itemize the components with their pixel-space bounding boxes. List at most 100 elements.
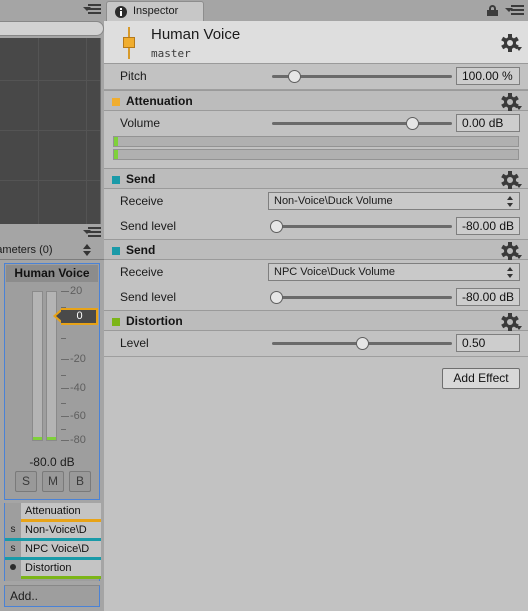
add-effect-row[interactable]: Add.. [4,585,100,607]
receive-row-2: Receive NPC Voice\Duck Volume [104,260,528,285]
level-label: Level [120,336,149,350]
list-item[interactable]: Distortion [5,560,101,579]
page-title: Human Voice [151,26,241,43]
solo-button[interactable]: S [15,471,37,492]
volume-label: Volume [120,116,161,130]
mixer-graph-view[interactable] [0,38,101,224]
scale-label-1: -20 [70,353,86,365]
volume-fader-handle[interactable]: 0 [53,308,98,325]
pitch-label: Pitch [120,69,147,83]
receive-row-1: Receive Non-Voice\Duck Volume [104,189,528,214]
lock-icon[interactable] [487,5,498,16]
object-subtitle: master [151,47,191,60]
strip-toggle-buttons: S M B [15,471,91,492]
section-header-send-1[interactable]: Send [104,168,528,189]
section-header-attenuation[interactable]: Attenuation [104,90,528,111]
add-effect-row: Add Effect [104,357,528,401]
mute-button[interactable]: M [42,471,64,492]
audio-mixer-group-icon [120,27,138,59]
exposed-parameters-label: d Parameters (0) [0,244,53,256]
scale-label-3: -60 [70,410,86,422]
exposed-parameters-row[interactable]: d Parameters (0) [0,240,104,260]
add-effect-button[interactable]: Add Effect [442,368,520,389]
inspector-menu-icon[interactable] [504,5,524,16]
section-color-swatch [112,176,120,184]
receive-dropdown-value: NPC Voice\Duck Volume [274,266,396,278]
pitch-value-field[interactable]: 100.00 % [456,67,520,85]
attenuation-vu-meter-right [113,149,519,160]
mixer-strip-human-voice[interactable]: Human Voice 20 -20 -40 -60 -80 0 -80.0 d… [4,263,100,500]
search-input[interactable] [0,21,104,36]
mixer-search-row [0,18,104,38]
effect-name: Non-Voice\D [21,522,101,538]
send-level-label: Send level [120,219,177,233]
divider [0,259,104,260]
effect-send-marker: s [10,543,16,554]
distortion-level-slider[interactable] [272,337,452,350]
section-header-distortion[interactable]: Distortion [104,310,528,331]
mixer-panel-topbar [0,0,104,18]
inspector-panel: Inspector Human Voice master Pitch 100.0… [104,0,528,611]
vu-meter-left [32,291,43,441]
audio-mixer-panel: d Parameters (0) Human Voice 20 [0,0,104,611]
fader-value-label: 0 [76,310,83,322]
exposed-parameters-stepper-icon[interactable] [83,244,91,256]
gear-icon[interactable] [501,242,522,260]
tab-inspector-label: Inspector [133,5,179,17]
section-header-send-2[interactable]: Send [104,239,528,260]
add-effect-label: Add.. [10,589,39,603]
section-title: Send [126,243,156,257]
distortion-level-row: Level 0.50 [104,331,528,356]
section-color-swatch [112,247,120,255]
mixer-strip-title: Human Voice [6,265,98,282]
exposed-params-menu-icon[interactable] [83,227,101,238]
section-color-swatch [112,318,120,326]
chevron-updown-icon [507,196,514,207]
volume-value-field[interactable]: 0.00 dB [456,114,520,132]
gear-icon[interactable] [501,34,522,52]
effect-color-bar [21,576,101,579]
list-item[interactable]: s NPC Voice\D [5,541,101,560]
inspector-object-header: Human Voice master [104,21,528,64]
strip-db-readout: -80.0 dB [29,455,75,469]
send-level-slider-2[interactable] [269,291,452,304]
unity-editor-window: d Parameters (0) Human Voice 20 [0,0,528,611]
receive-dropdown-value: Non-Voice\Duck Volume [274,195,393,207]
send-level-slider-1[interactable] [269,220,452,233]
volume-slider[interactable] [272,117,452,130]
gear-icon[interactable] [501,171,522,189]
list-item[interactable]: Attenuation [5,503,101,522]
effect-name: NPC Voice\D [21,541,101,557]
send-level-value-field-1[interactable]: -80.00 dB [456,217,520,235]
send-level-row-2: Send level -80.00 dB [104,285,528,310]
list-item[interactable]: s Non-Voice\D [5,522,101,541]
effect-send-marker: s [10,524,16,535]
effect-name: Attenuation [21,503,101,519]
distortion-level-value-field[interactable]: 0.50 [456,334,520,352]
send-level-value-field-2[interactable]: -80.00 dB [456,288,520,306]
section-title: Send [126,172,156,186]
effect-enabled-dot-icon[interactable] [7,560,19,576]
receive-label: Receive [120,265,164,279]
tab-inspector[interactable]: Inspector [106,1,204,21]
section-title: Distortion [126,314,183,328]
send-level-row-1: Send level -80.00 dB [104,214,528,239]
pitch-row: Pitch 100.00 % [104,64,528,89]
gear-icon[interactable] [501,93,522,111]
mixer-fader-area[interactable]: 20 -20 -40 -60 -80 0 [6,283,98,453]
inspector-tabbar: Inspector [104,0,528,21]
scale-label-4: -80 [70,434,86,446]
bypass-button[interactable]: B [69,471,91,492]
receive-dropdown-2[interactable]: NPC Voice\Duck Volume [268,263,520,281]
receive-dropdown-1[interactable]: Non-Voice\Duck Volume [268,192,520,210]
scale-label-2: -40 [70,382,86,394]
section-title: Attenuation [126,94,193,108]
volume-row: Volume 0.00 dB [104,111,528,136]
panel-menu-icon[interactable] [83,4,101,15]
attenuation-vu-meter-left [113,136,519,147]
gear-icon[interactable] [501,313,522,331]
pitch-slider[interactable] [272,70,452,83]
info-icon [115,6,127,18]
scale-label-0: 20 [70,285,83,297]
receive-label: Receive [120,194,164,208]
